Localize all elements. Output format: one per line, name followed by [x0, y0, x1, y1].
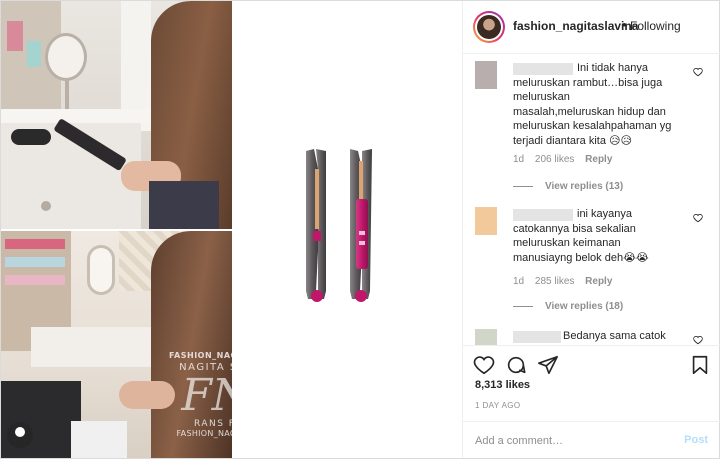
comment-like-heart-icon[interactable]: [693, 213, 703, 223]
comment-item: Ini tidak hanya meluruskan rambut…bisa j…: [475, 61, 715, 201]
tagged-user-icon[interactable]: [7, 422, 33, 448]
reply-button[interactable]: Reply: [585, 276, 612, 287]
comments-list[interactable]: Ini tidak hanya meluruskan rambut…bisa j…: [463, 55, 720, 345]
profile-avatar[interactable]: [473, 11, 505, 43]
lipstick-row: [5, 239, 65, 249]
gray-straightener: [306, 149, 326, 302]
comment-item: Bedanya sama catok: [475, 329, 715, 345]
vanity-desk: [31, 327, 171, 367]
wall-mirror: [87, 245, 115, 295]
comment-time: 1d: [513, 276, 525, 287]
comment-text: Bedanya sama catok: [563, 330, 666, 342]
magenta-straightener: [350, 149, 372, 302]
vanity-top: [1, 109, 151, 123]
watermark-handle: FASHION_NAGITASLAVINA: [169, 351, 296, 360]
comment-like-heart-icon[interactable]: [693, 67, 703, 77]
vanity-mirror: [45, 33, 87, 81]
comment-likes[interactable]: 285 likes: [535, 276, 574, 287]
post-header: fashion_nagitaslavina • Following: [463, 1, 720, 54]
bottle-row-2: [5, 275, 65, 285]
comment-time: 1d: [513, 154, 525, 165]
comment-like-heart-icon[interactable]: [693, 335, 703, 345]
cosmetic-jar: [27, 41, 41, 67]
send-icon[interactable]: [537, 354, 559, 376]
watermark: FASHION_NAGITASLAVINA NAGITA SLAVINA FNS…: [169, 351, 296, 438]
likes-count[interactable]: 8,313 likes: [475, 379, 530, 391]
watermark-monogram: FNS: [181, 370, 281, 421]
white-bowl: [71, 421, 127, 458]
mirror-stand: [65, 81, 69, 109]
commenter-avatar[interactable]: [475, 207, 497, 235]
woman-hand: [119, 381, 175, 409]
post-actions-bar: [463, 345, 720, 376]
cosmetic-bottles: [7, 21, 23, 51]
photo-woman-straightening-hair: [1, 1, 232, 229]
hair-brush: [11, 129, 51, 145]
commenter-avatar[interactable]: [475, 329, 497, 345]
view-replies-button[interactable]: View replies (13): [513, 181, 623, 192]
comment-input[interactable]: [475, 432, 675, 450]
avatar-image: [477, 15, 501, 39]
bottle-row: [5, 257, 65, 267]
comment-meta: 1d 285 likes Reply: [513, 276, 620, 287]
following-button[interactable]: Following: [630, 19, 681, 33]
comment-icon[interactable]: [505, 354, 527, 376]
woman-shirt: [149, 181, 219, 229]
comment-text: Ini tidak hanya meluruskan rambut…bisa j…: [513, 62, 672, 147]
bookmark-icon[interactable]: [689, 354, 711, 376]
post-button[interactable]: Post: [684, 434, 708, 446]
commenter-avatar[interactable]: [475, 61, 497, 89]
reply-button[interactable]: Reply: [585, 154, 612, 165]
comment-item: ini kayanya catokannya bisa sekalian mel…: [475, 207, 715, 317]
drawer-knob: [41, 201, 51, 211]
dot-separator: •: [622, 17, 627, 32]
heart-icon[interactable]: [473, 354, 495, 376]
post-media[interactable]: FASHION_NAGITASLAVINA NAGITA SLAVINA FNS…: [1, 1, 462, 458]
add-comment-bar: Post: [463, 421, 720, 458]
watermark-handle-bottom: FASHION_NAGITASLAVINA: [176, 429, 286, 438]
comment-text: ini kayanya catokannya bisa sekalian mel…: [513, 208, 649, 264]
view-replies-button[interactable]: View replies (18): [513, 301, 623, 312]
post-time: 1 DAY AGO: [475, 401, 521, 410]
comment-likes[interactable]: 206 likes: [535, 154, 574, 165]
username-link[interactable]: fashion_nagitaslavina: [513, 19, 638, 33]
post-side-panel: fashion_nagitaslavina • Following Ini ti…: [462, 1, 720, 458]
comment-meta: 1d 206 likes Reply: [513, 154, 620, 165]
